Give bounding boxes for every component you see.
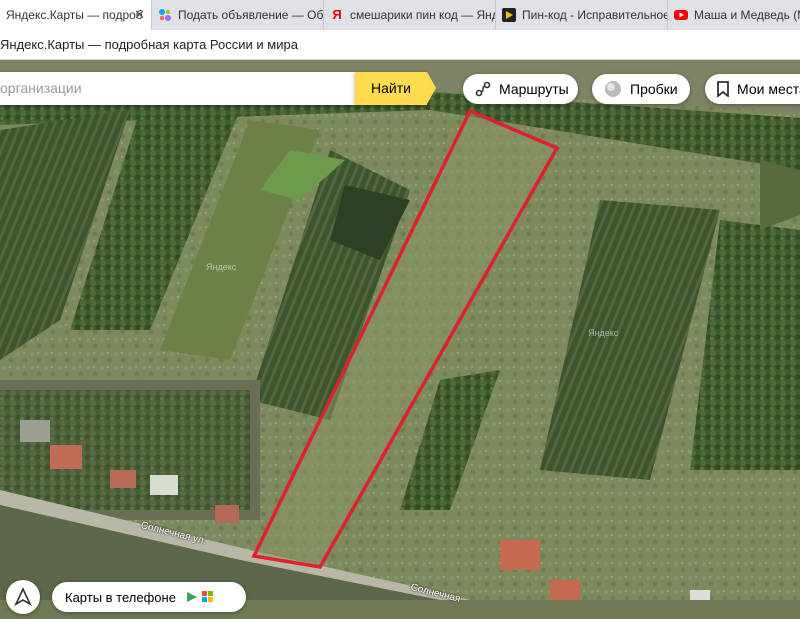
routes-button[interactable]: Маршруты — [463, 74, 578, 104]
map-watermark: Яндекс — [206, 262, 237, 272]
play-favicon-icon — [502, 8, 516, 22]
google-play-icon — [186, 592, 197, 602]
tab-pin-code[interactable]: Пин-код - Исправительное — [496, 0, 668, 30]
my-places-label: Мои места — [737, 81, 800, 97]
tab-title: Подать объявление — Объ — [178, 8, 323, 22]
tab-title: смешарики пин код — Янд — [350, 8, 495, 22]
tab-title: Пин-код - Исправительное — [522, 8, 667, 22]
navigation-button[interactable] — [6, 580, 40, 614]
tab-title: Яндекс.Карты — подроб — [6, 8, 143, 22]
app-promo-label: Карты в телефоне — [65, 589, 176, 605]
routes-label: Маршруты — [499, 81, 569, 97]
search-input[interactable]: организации — [0, 72, 355, 105]
tab-title: Маша и Медведь (M — [694, 8, 800, 22]
tab-youtube[interactable]: Маша и Медведь (M — [668, 0, 800, 30]
tab-yandex-search[interactable]: Я смешарики пин код — Янд — [324, 0, 496, 30]
app-promo-button[interactable]: Карты в телефоне — [52, 582, 246, 612]
search-placeholder: организации — [0, 80, 82, 96]
navigation-arrow-icon — [14, 587, 32, 606]
close-icon[interactable]: ✕ — [134, 8, 145, 22]
tab-yandex-maps[interactable]: Яндекс.Карты — подроб ✕ — [0, 0, 152, 30]
page-title: Яндекс.Карты — подробная карта России и … — [0, 37, 298, 52]
windows-icon — [201, 591, 213, 602]
yandex-favicon-icon: Я — [332, 7, 342, 22]
find-button[interactable]: Найти — [355, 72, 436, 105]
satellite-map[interactable] — [0, 60, 800, 600]
traffic-button[interactable]: Пробки — [592, 74, 690, 104]
store-icons — [182, 591, 214, 603]
bookmark-icon — [717, 81, 729, 97]
traffic-icon — [604, 80, 622, 98]
page-title-bar: Яндекс.Карты — подробная карта России и … — [0, 30, 800, 60]
tab-avito[interactable]: Подать объявление — Объ — [152, 0, 324, 30]
satellite-imagery[interactable] — [0, 60, 800, 600]
map-watermark: Яндекс — [588, 328, 619, 338]
browser-tab-bar: Яндекс.Карты — подроб ✕ Подать объявлени… — [0, 0, 800, 30]
route-icon — [475, 81, 491, 97]
traffic-label: Пробки — [630, 81, 678, 97]
avito-favicon-icon — [158, 8, 172, 22]
youtube-favicon-icon — [674, 8, 688, 22]
my-places-button[interactable]: Мои места — [705, 74, 800, 104]
